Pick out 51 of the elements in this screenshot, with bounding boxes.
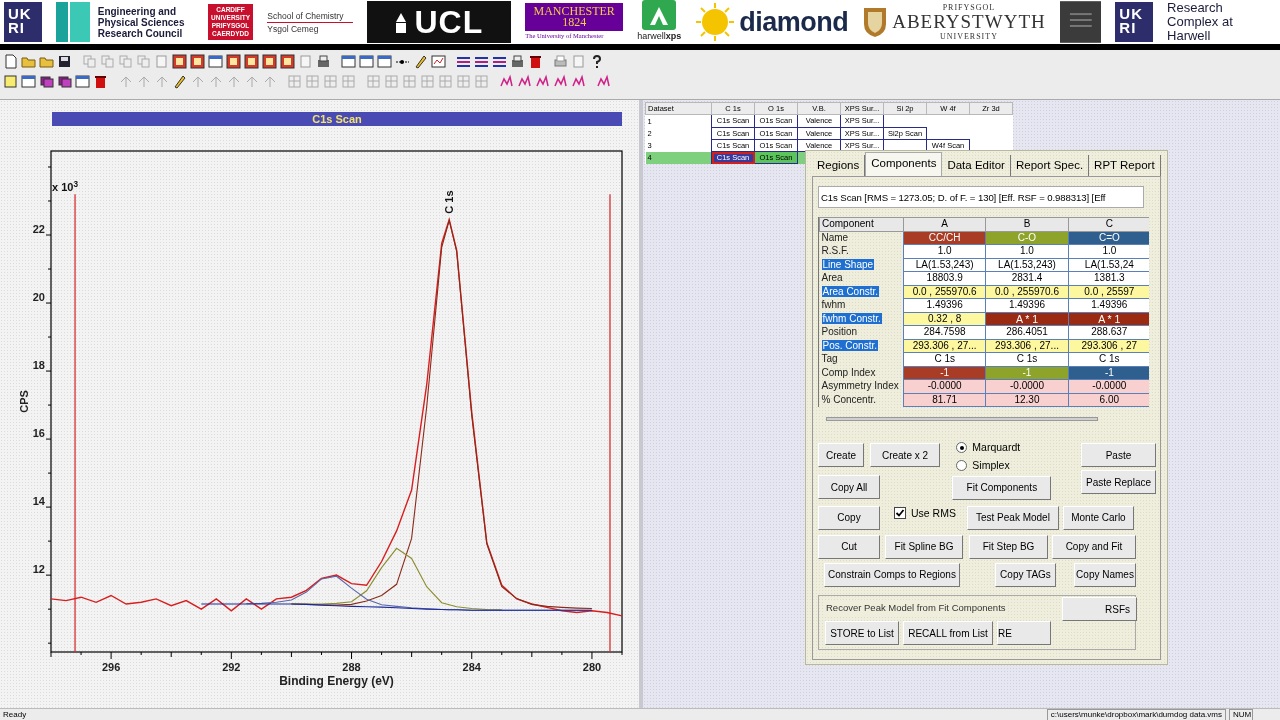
council-name: Engineering and Physical Sciences Research Council (97, 5, 186, 39)
peak-label: C 1s (443, 190, 456, 214)
tick-label: 22 (32, 223, 45, 235)
row-label: R.S.F. (821, 245, 849, 256)
brand-name: harwellxps (637, 30, 682, 44)
tick-label: 14 (32, 495, 45, 508)
ucl-logo: UCL (366, 1, 512, 43)
tick-label: 20 (32, 291, 45, 304)
chart-title: C1s Scan (312, 113, 363, 125)
row-label: Area Constr. (821, 285, 880, 297)
axis-title: CPS (18, 390, 30, 413)
manchester-logo: MANCHESTER 1824 (525, 3, 624, 32)
status-indicator: NUM (1229, 708, 1253, 720)
row-label: Tag (821, 353, 838, 364)
tick-label: 280 (582, 661, 602, 673)
column-header: B (985, 217, 1069, 231)
university-name: PRIFYSGOL (941, 3, 997, 12)
university-name: ABERYSTWYTH (892, 12, 1046, 32)
row-label: Name (821, 231, 849, 243)
tick-label: 288 (342, 661, 361, 673)
scale-label: x 10$^{3}$ (52, 180, 78, 193)
chart-title: C1s Scan (52, 112, 622, 126)
tick-label: 296 (101, 661, 121, 673)
row-label: fwhm (821, 299, 846, 310)
file-path: c:\users\munke\dropbox\mark\dumdog data.vms (1046, 708, 1226, 720)
status-text: Ready (3, 708, 27, 720)
column-header: C (1068, 217, 1149, 231)
tick-label: 284 (462, 661, 481, 673)
school-name: School of Chemistry (267, 9, 353, 23)
tick-label: 16 (32, 427, 45, 440)
column-header: Component (819, 217, 904, 231)
complex-name: Research Complex at Harwell (1167, 1, 1234, 43)
tick-label: 12 (32, 563, 45, 576)
row-label: Line Shape (821, 258, 875, 270)
university-name: UNIVERSITY (938, 32, 999, 41)
tick-label: 292 (222, 661, 241, 673)
row-label: Asymmetry Index (821, 380, 899, 391)
school-name: Ysgol Cemeg (267, 22, 320, 35)
row-label: % Concentr. (821, 393, 876, 405)
ukri-logo: UK RI (1115, 2, 1154, 42)
column-header: A (903, 217, 986, 231)
tick-label: 18 (32, 359, 45, 372)
group-title: Recover Peak Model from Fit Components (824, 600, 1008, 615)
row-label: Pos. Constr. (821, 339, 878, 351)
brand-name: diamond (739, 5, 849, 39)
row-label: Area (821, 272, 843, 283)
row-label: Position (821, 326, 858, 337)
axis-title: Binding Energy (eV) (279, 674, 394, 688)
row-label: Comp Index (821, 366, 876, 378)
ukri-logo: UK RI (4, 2, 42, 42)
row-label: fwhm Constr. (821, 312, 882, 324)
